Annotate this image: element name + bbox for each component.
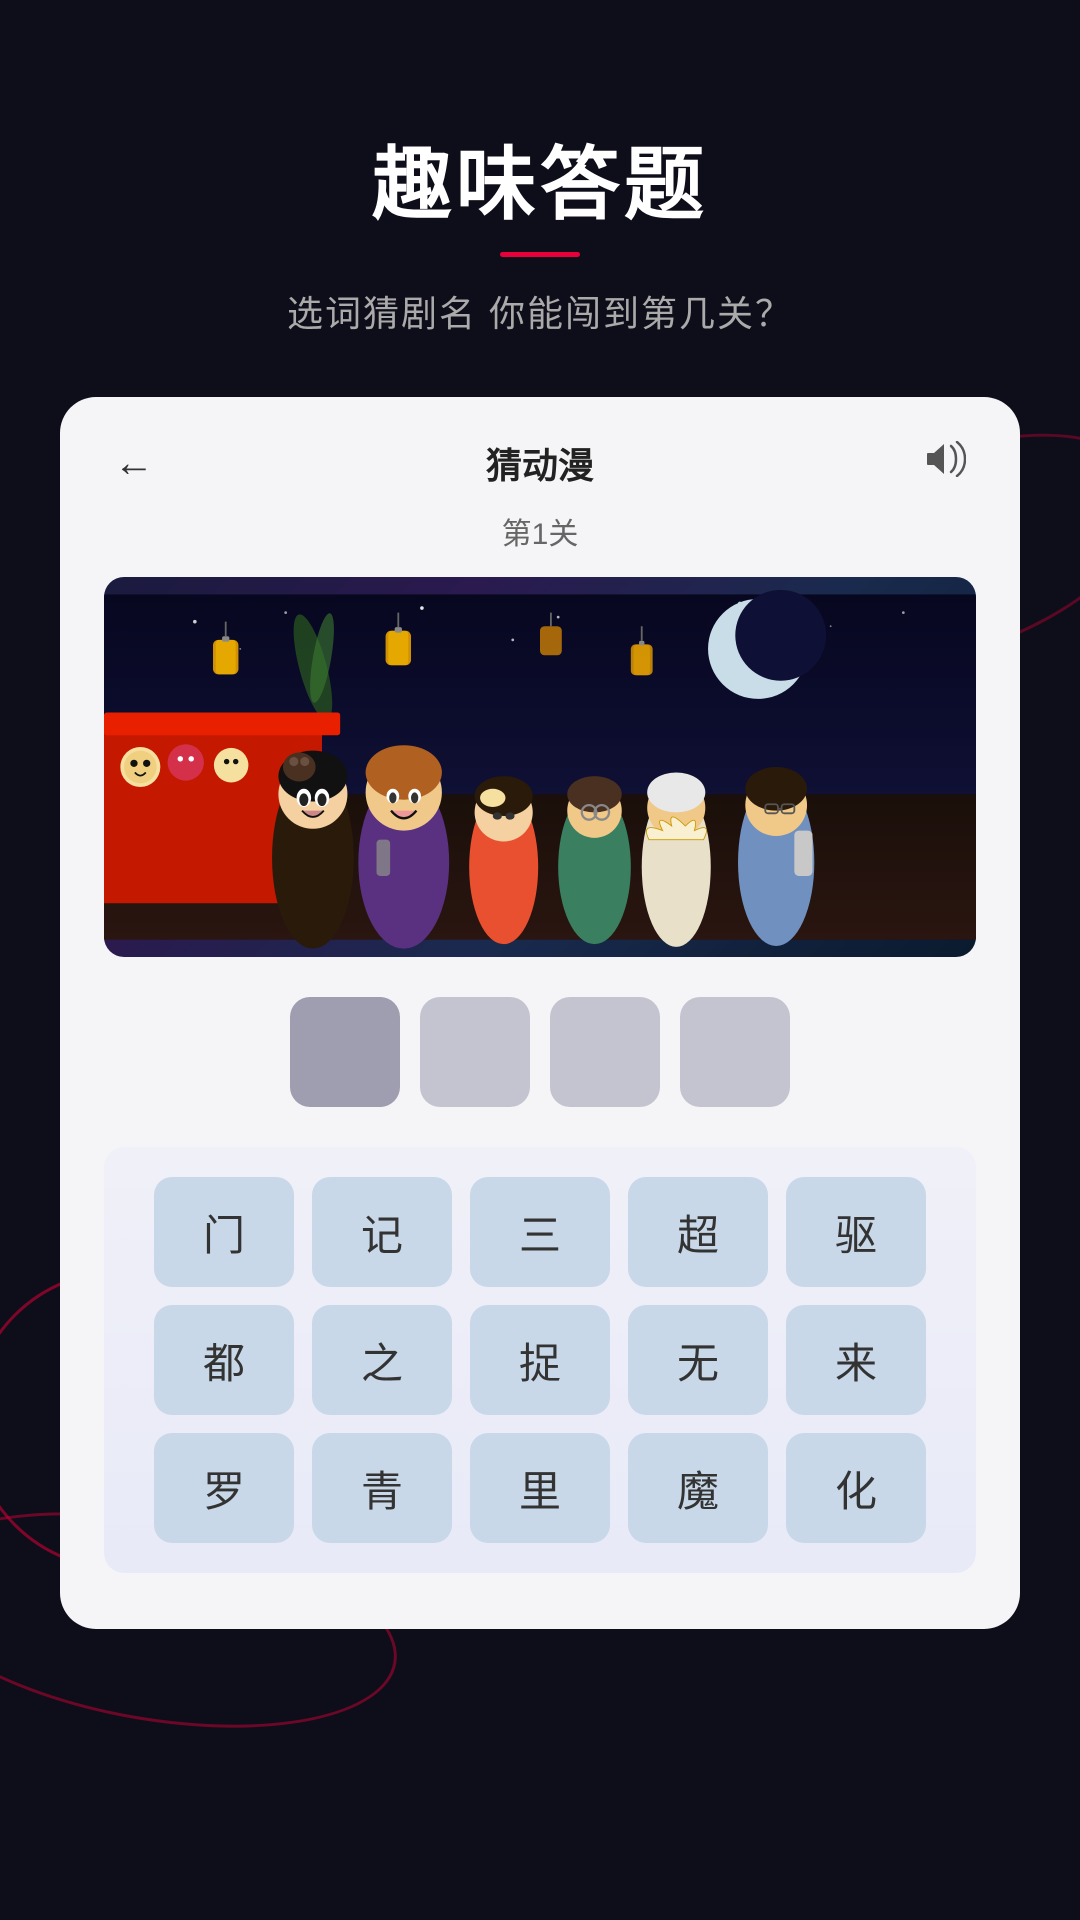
char-btn-超[interactable]: 超 bbox=[628, 1177, 768, 1287]
answer-box-2[interactable] bbox=[420, 997, 530, 1107]
char-btn-化[interactable]: 化 bbox=[786, 1433, 926, 1543]
char-btn-三[interactable]: 三 bbox=[470, 1177, 610, 1287]
char-btn-门[interactable]: 门 bbox=[154, 1177, 294, 1287]
char-btn-记[interactable]: 记 bbox=[312, 1177, 452, 1287]
char-row-2: 都 之 捉 无 来 bbox=[114, 1305, 966, 1415]
char-btn-无[interactable]: 无 bbox=[628, 1305, 768, 1415]
char-btn-驱[interactable]: 驱 bbox=[786, 1177, 926, 1287]
answer-box-1[interactable] bbox=[290, 997, 400, 1107]
title-underline bbox=[500, 252, 580, 257]
card-title: 猜动漫 bbox=[486, 437, 594, 489]
anime-image bbox=[104, 577, 976, 957]
char-btn-来[interactable]: 来 bbox=[786, 1305, 926, 1415]
level-label: 第1关 bbox=[104, 509, 976, 553]
sound-button[interactable] bbox=[916, 441, 976, 486]
game-card: ← 猜动漫 第1关 bbox=[60, 397, 1020, 1629]
page-subtitle: 选词猜剧名 你能闯到第几关？ bbox=[0, 285, 1080, 337]
char-row-1: 门 记 三 超 驱 bbox=[114, 1177, 966, 1287]
back-button[interactable]: ← bbox=[104, 441, 164, 486]
char-row-3: 罗 青 里 魔 化 bbox=[114, 1433, 966, 1543]
char-btn-罗[interactable]: 罗 bbox=[154, 1433, 294, 1543]
char-btn-魔[interactable]: 魔 bbox=[628, 1433, 768, 1543]
char-btn-捉[interactable]: 捉 bbox=[470, 1305, 610, 1415]
char-btn-都[interactable]: 都 bbox=[154, 1305, 294, 1415]
page-title: 趣味答题 bbox=[0, 120, 1080, 236]
answer-box-3[interactable] bbox=[550, 997, 660, 1107]
answer-boxes bbox=[104, 997, 976, 1107]
char-btn-里[interactable]: 里 bbox=[470, 1433, 610, 1543]
card-header: ← 猜动漫 bbox=[104, 437, 976, 489]
char-btn-之[interactable]: 之 bbox=[312, 1305, 452, 1415]
char-btn-青[interactable]: 青 bbox=[312, 1433, 452, 1543]
title-section: 趣味答题 选词猜剧名 你能闯到第几关？ bbox=[0, 0, 1080, 337]
keyboard-area: 门 记 三 超 驱 都 之 捉 无 来 罗 青 里 魔 化 bbox=[104, 1147, 976, 1573]
answer-box-4[interactable] bbox=[680, 997, 790, 1107]
